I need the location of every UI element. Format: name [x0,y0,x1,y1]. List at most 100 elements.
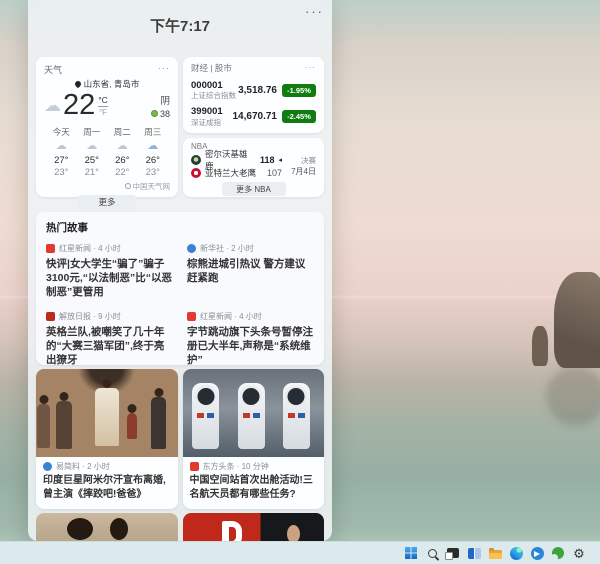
cloud-icon: ☁ [46,138,77,155]
green-app-icon [552,547,564,559]
partial-news-row [28,513,332,541]
nba-more-button[interactable]: 更多 NBA [222,182,286,196]
story-headline: 英格兰队,被嘲笑了几十年的“大赛三猫军团”,终于亮出獠牙 [46,325,173,368]
edge-browser-icon [510,547,523,560]
clock-time: 下午7:17 [28,0,332,36]
story-headline: 字节跳动旗下头条号暂停注册已大半年,声称是“系统维护” [187,325,314,368]
partial-news-card[interactable] [36,513,178,541]
nba-team-row: 亚特兰大老鹰 107 [191,166,282,179]
taskbar: ⚙ [0,541,600,564]
story-item[interactable]: 红星新闻 · 4 小时 字节跳动旗下头条号暂停注册已大半年,声称是“系统维护” [187,311,314,368]
wallpaper-rock-large [554,272,600,368]
top-stories-title: 热门故事 [46,220,314,235]
news-card[interactable]: 易简料 · 2 小时 印度巨星阿米尔汗宣布离婚,曾主演《摔跤吧!爸爸》 [36,369,178,509]
nba-stage: 决赛 [282,155,316,166]
weather-more-button[interactable]: 更多 [78,195,136,210]
widgets-button[interactable] [467,546,481,560]
forecast-day[interactable]: 周二 ☁ 26° 22° [107,126,138,178]
partial-news-card[interactable] [183,513,325,541]
news-headline: 中国空间站首次出舱活动!三名航天员都有哪些任务? [190,474,318,501]
cloud-icon: ☁ [44,97,61,114]
finance-widget[interactable]: 财经 | 股市 ··· 000001 上证综合指数 3,518.76 -1.95… [183,57,324,133]
file-explorer-button[interactable] [488,546,502,560]
stock-code: 000001 [191,80,236,91]
story-meta: 红星新闻 · 4 小时 [59,243,121,254]
weather-title: 天气 [44,63,62,76]
stock-row[interactable]: 399001 深证成指 14,670.71 -2.45% [191,106,316,126]
widgets-top-row: 天气 ··· 山东省, 青岛市 ☁ 22 °C °F 阴 38 [28,57,332,197]
news-card[interactable]: 东方头条 · 10 分钟 中国空间站首次出舱活动!三名航天员都有哪些任务? [183,369,325,509]
nba-score: 118 [260,155,275,165]
windows-logo-icon [405,547,417,559]
story-meta: 红星新闻 · 4 小时 [200,311,262,322]
stock-name: 上证综合指数 [191,91,236,100]
globe-icon [125,183,131,189]
stock-name: 深证成指 [191,118,223,127]
unit-celsius[interactable]: °C [98,95,108,107]
edge-button[interactable] [509,546,523,560]
weather-menu-icon[interactable]: ··· [158,63,170,76]
finance-menu-icon[interactable]: ··· [305,62,317,74]
story-meta: 新华社 · 2 小时 [200,243,254,254]
search-icon [428,549,437,558]
app-blue-button[interactable] [530,546,544,560]
forecast-day[interactable]: 周一 ☁ 25° 21° [77,126,108,178]
news-meta: 易简料 · 2 小时 [56,461,110,472]
settings-button[interactable]: ⚙ [572,546,586,560]
app-green-button[interactable] [551,546,565,560]
weather-widget[interactable]: 天气 ··· 山东省, 青岛市 ☁ 22 °C °F 阴 38 [36,57,178,197]
forecast-day[interactable]: 今天 ☁ 27° 23° [46,126,77,178]
stock-price: 14,670.71 [233,111,278,122]
air-quality: 38 [151,109,170,119]
widgets-panel-header: 下午7:17 ··· [28,0,332,57]
stock-code: 399001 [191,106,223,117]
story-headline: 快评|女大学生“骗了”骗子3100元,“以法制恶”比“以恶制恶”更管用 [46,257,173,300]
stock-row[interactable]: 000001 上证综合指数 3,518.76 -1.95% [191,80,316,100]
weather-condition: 阴 [151,93,170,107]
folder-icon [489,550,502,559]
weather-attribution: 中国天气网 [44,181,170,192]
forecast-day[interactable]: 周三 ☁ 26° 23° [138,126,169,178]
hawks-logo-icon [191,168,201,178]
source-logo-icon [46,312,55,321]
finance-title: 财经 | 股市 [191,62,232,74]
current-temperature: 22 [63,91,95,120]
search-button[interactable] [425,546,439,560]
source-logo-icon [190,462,199,471]
forecast-row: 今天 ☁ 27° 23° 周一 ☁ 25° 21° 周二 ☁ 26° 22° [44,126,170,178]
rock-reflection [546,366,600,426]
story-item[interactable]: 解放日报 · 9 小时 英格兰队,被嘲笑了几十年的“大赛三猫军团”,终于亮出獠牙 [46,311,173,368]
source-logo-icon [43,462,52,471]
unit-fahrenheit[interactable]: °F [99,107,107,117]
nba-score: 107 [267,168,282,178]
news-photo-astronauts [183,369,325,457]
cloud-icon: ☁ [77,138,108,155]
news-photo-movie [36,369,178,457]
news-cards-row: 易简料 · 2 小时 印度巨星阿米尔汗宣布离婚,曾主演《摔跤吧!爸爸》 东方头条… [28,369,332,509]
task-view-icon [447,548,459,558]
nba-date: 7月4日 [282,166,316,177]
story-item[interactable]: 红星新闻 · 4 小时 快评|女大学生“骗了”骗子3100元,“以法制恶”比“以… [46,243,173,300]
widgets-panel: 下午7:17 ··· 天气 ··· 山东省, 青岛市 ☁ 22 °C °F [28,0,332,541]
task-view-button[interactable] [446,546,460,560]
source-logo-icon [187,244,196,253]
stock-price: 3,518.76 [238,85,277,96]
widgets-icon [468,548,481,559]
cloud-icon: ☁ [107,138,138,155]
stock-change-badge: -2.45% [282,110,316,123]
stock-change-badge: -1.95% [282,84,316,97]
source-logo-icon [46,244,55,253]
panel-more-options-icon[interactable]: ··· [305,4,324,19]
top-stories-card: 热门故事 红星新闻 · 4 小时 快评|女大学生“骗了”骗子3100元,“以法制… [36,212,324,365]
story-meta: 解放日报 · 9 小时 [59,311,121,322]
story-item[interactable]: 新华社 · 2 小时 棕熊进城引热议 警方建议赶紧跑 [187,243,314,300]
nba-widget[interactable]: NBA 密尔沃基雄鹿 118 ◂ 亚特兰大老鹰 107 [183,138,324,197]
blue-app-icon [531,547,544,560]
news-headline: 印度巨星阿米尔汗宣布离婚,曾主演《摔跤吧!爸爸》 [43,474,171,501]
rain-cloud-icon: ☁ [138,138,169,155]
news-meta: 东方头条 · 10 分钟 [203,461,269,472]
unit-toggle[interactable]: °C °F [98,95,108,117]
source-logo-icon [187,312,196,321]
location-pin-icon [73,80,81,88]
start-button[interactable] [404,546,418,560]
